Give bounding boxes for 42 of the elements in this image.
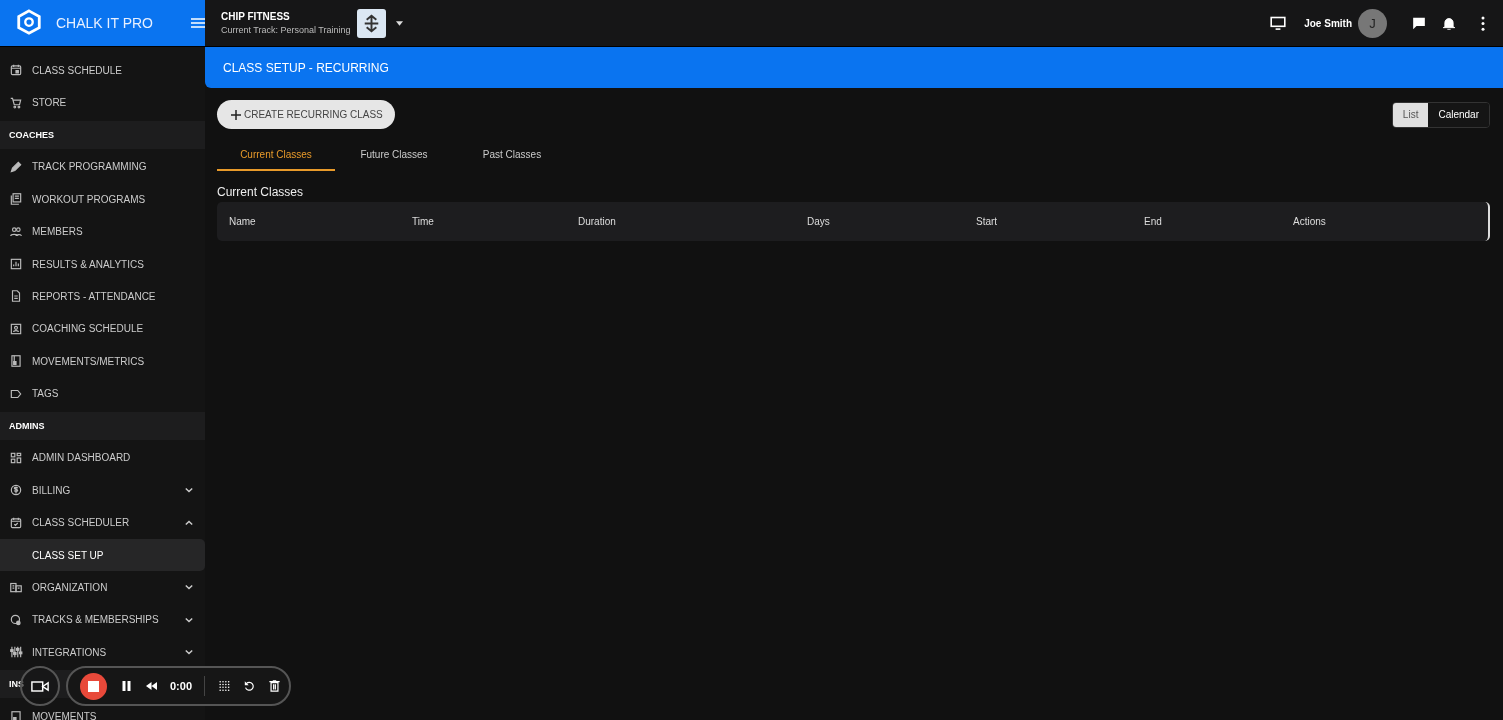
page-title: CLASS SETUP - RECURRING: [223, 60, 389, 75]
column-header: Start: [976, 216, 999, 227]
table-title: Current Classes: [217, 185, 305, 199]
sidebar-item[interactable]: BILLING: [0, 480, 205, 501]
sidebar-item[interactable]: TAGS: [0, 383, 205, 404]
sidebar-item[interactable]: ORGANIZATION: [0, 577, 205, 598]
column-header: End: [1144, 216, 1163, 227]
sidebar-item[interactable]: TRACKS & MEMBERSHIPS: [0, 609, 205, 630]
gym-name: CHIP FITNESS: [221, 11, 291, 22]
sidebar-item[interactable]: STORE: [0, 92, 205, 113]
user-name: Joe Smith: [1304, 17, 1352, 29]
column-header: Duration: [578, 216, 617, 227]
tab[interactable]: Current Classes: [217, 140, 335, 171]
column-header: Actions: [1293, 216, 1326, 227]
sidebar-item[interactable]: WORKOUT PROGRAMS: [0, 189, 205, 210]
brand-name: CHALK IT PRO: [56, 15, 153, 31]
sidebar-item[interactable]: MOVEMENTS/METRICS: [0, 351, 205, 372]
sidebar-item[interactable]: COACHING SCHEDULE: [0, 318, 205, 339]
section-label: ADMINS: [9, 420, 45, 431]
sidebar-item[interactable]: CLASS SCHEDULE: [0, 60, 205, 81]
sidebar-item[interactable]: REPORTS - ATTENDANCE: [0, 286, 205, 307]
sidebar-item[interactable]: ADMIN DASHBOARD: [0, 447, 205, 468]
section-label: COACHES: [9, 129, 54, 140]
section-label: INS: [9, 679, 24, 690]
avatar[interactable]: J: [1358, 8, 1387, 38]
column-header: Name: [229, 216, 257, 227]
view-option[interactable]: List: [1392, 102, 1429, 127]
sidebar-item[interactable]: MOVEMENTS: [0, 706, 205, 720]
tab[interactable]: Future Classes: [335, 140, 453, 171]
recording-time: 0:00: [170, 680, 193, 692]
sidebar-item[interactable]: MEMBERS: [0, 221, 205, 242]
sidebar-item[interactable]: CLASS SET UP: [0, 538, 205, 572]
sidebar-item[interactable]: RESULTS & ANALYTICS: [0, 254, 205, 275]
column-header: Days: [807, 216, 831, 227]
view-option[interactable]: Calendar: [1428, 102, 1489, 127]
column-header: Time: [412, 216, 435, 227]
sidebar-item[interactable]: CLASS SCHEDULER: [0, 512, 205, 533]
create-button[interactable]: CREATE RECURRING CLASS: [217, 100, 395, 129]
current-track: Current Track: Personal Training: [221, 25, 351, 35]
tab[interactable]: Past Classes: [453, 140, 571, 171]
sidebar-item[interactable]: TRACK PROGRAMMING: [0, 156, 205, 177]
sidebar-item[interactable]: INTEGRATIONS: [0, 642, 205, 663]
